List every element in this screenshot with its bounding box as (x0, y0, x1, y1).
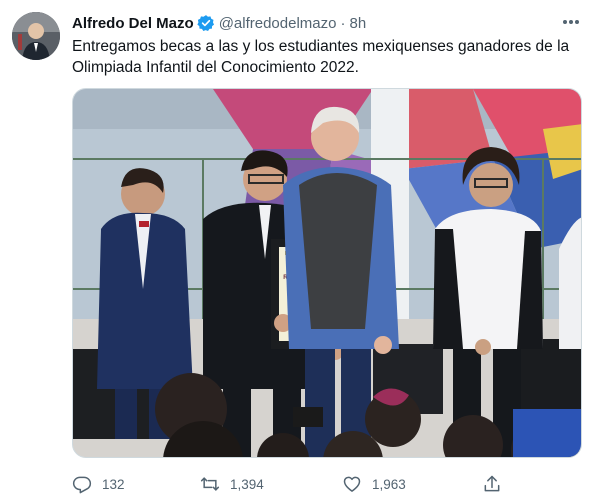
like-icon (342, 474, 362, 494)
tweet-header: Alfredo Del Mazo @alfredodelmazo · 8h (72, 12, 366, 34)
retweet-button[interactable]: 1,394 (200, 472, 264, 496)
tweet-text: Entregamos becas a las y los estudiantes… (72, 38, 570, 76)
tweet-card[interactable]: Alfredo Del Mazo @alfredodelmazo · 8h En… (0, 0, 597, 502)
share-button[interactable] (482, 472, 502, 496)
share-icon (482, 474, 502, 494)
reply-button[interactable]: 132 (72, 472, 125, 496)
avatar[interactable] (12, 12, 60, 60)
like-count: 1,963 (372, 476, 406, 492)
header-separator: · (340, 14, 346, 32)
tweet-actions: 132 1,394 1,963 (72, 472, 512, 496)
more-icon[interactable] (559, 12, 583, 32)
retweet-count: 1,394 (230, 476, 264, 492)
verified-badge-icon (197, 14, 215, 32)
author-name[interactable]: Alfredo Del Mazo (72, 15, 194, 32)
retweet-icon (200, 474, 220, 494)
author-handle[interactable]: @alfredodelmazo (219, 15, 337, 32)
like-button[interactable]: 1,963 (342, 472, 406, 496)
tweet-photo[interactable]: RECONOCIMIENTO (72, 88, 582, 458)
tweet-timestamp[interactable]: 8h (349, 15, 366, 32)
reply-count: 132 (102, 476, 125, 492)
reply-icon (72, 474, 92, 494)
